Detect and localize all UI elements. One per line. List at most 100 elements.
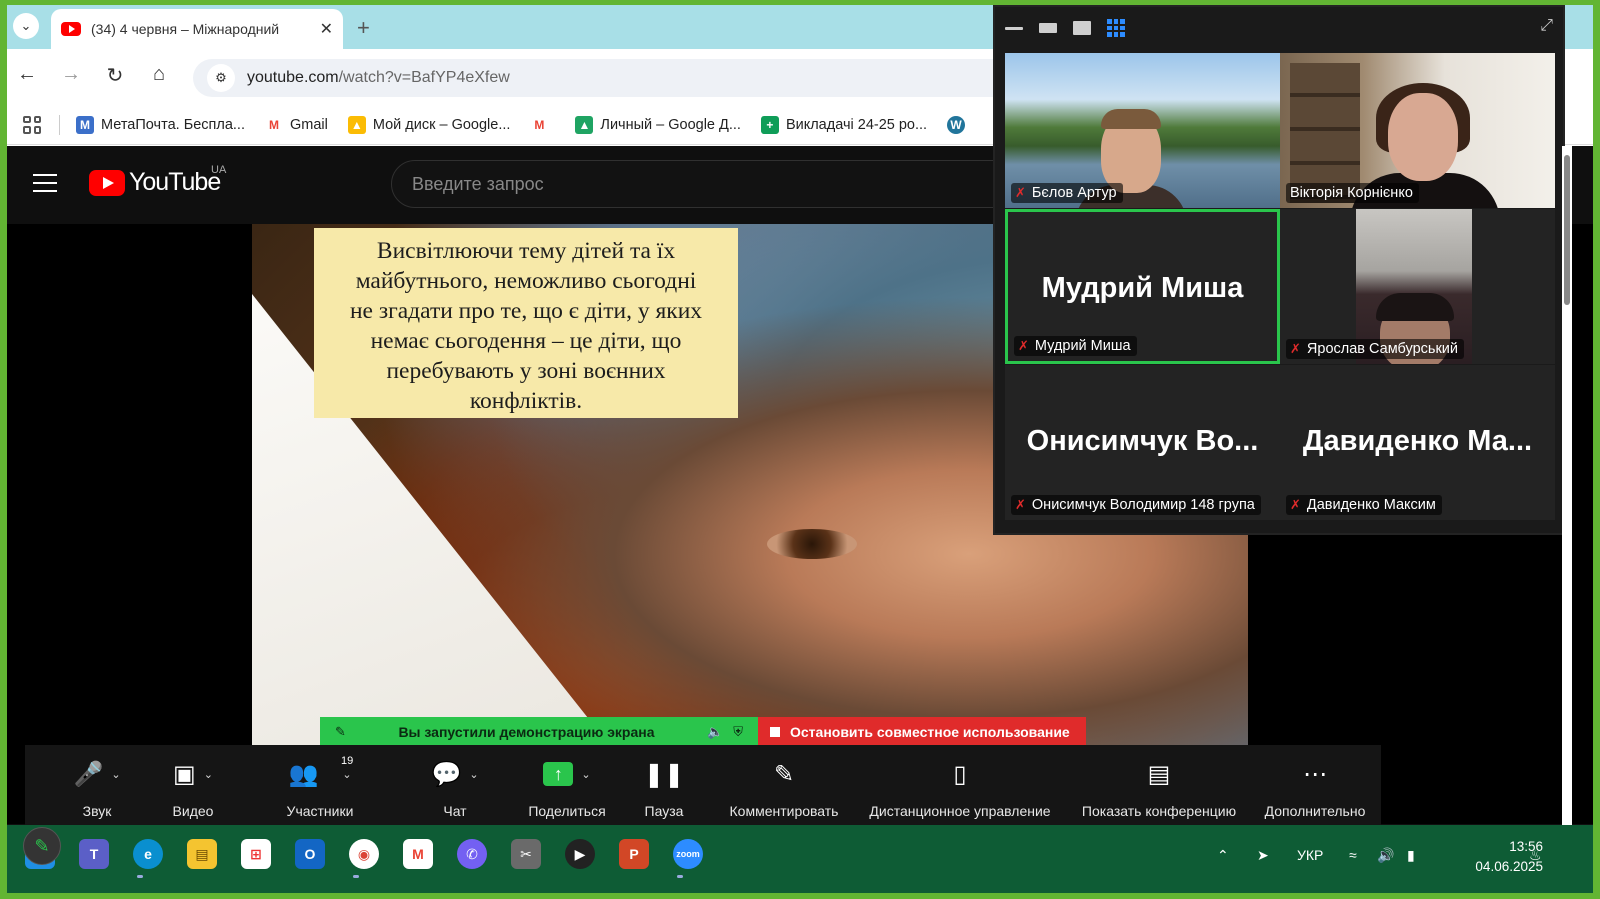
media-player-icon[interactable]: ▶ [565, 839, 595, 869]
quote-line: перебувають у зоні воєнних [386, 358, 666, 384]
participant-display-name: Онисимчук Во... [1026, 425, 1259, 457]
remote-control-label: Дистанционное управление [869, 803, 1051, 819]
tab-close-icon[interactable]: ✕ [320, 19, 333, 39]
stop-share-button[interactable]: Остановить совместное использование [758, 717, 1086, 747]
more-button[interactable]: ⋯ Дополнительно [1257, 755, 1373, 825]
stop-square-icon [770, 727, 780, 737]
pin-icon[interactable]: ✎ [335, 724, 346, 740]
powerpoint-icon[interactable]: P [619, 839, 649, 869]
location-icon[interactable]: ➤ [1257, 847, 1269, 864]
share-screen-button[interactable]: ↑ ⌄ Поделиться [519, 755, 615, 825]
bookmark-teachers-sheet[interactable]: + Викладачі 24-25 ро... [760, 115, 927, 134]
video-button[interactable]: ▣ ⌄ Видео [153, 755, 233, 825]
chevron-down-icon[interactable]: ⌄ [342, 768, 351, 781]
chat-button[interactable]: 💬 ⌄ Чат [415, 755, 495, 825]
more-icon: ⋯ [1303, 760, 1327, 788]
participant-tile[interactable]: ✗ Ярослав Самбурський [1280, 209, 1555, 364]
participant-tile-active-speaker[interactable]: Мудрий Миша ✗ Мудрий Миша [1005, 209, 1280, 364]
participant-display-name: Мудрий Миша [1041, 272, 1244, 304]
outlook-icon[interactable]: O [295, 839, 325, 869]
annotate-button[interactable]: ✎ Комментировать [719, 755, 849, 825]
video-eye-detail [767, 529, 857, 559]
battery-icon[interactable]: ▮ [1407, 847, 1415, 864]
site-info-icon[interactable]: ⚙ [207, 64, 235, 92]
chat-label: Чат [443, 803, 467, 819]
participant-tile[interactable]: Вікторія Корнієнко [1280, 53, 1555, 208]
bookmark-meta-mail[interactable]: M МетаПочта. Бесплa... [76, 115, 245, 134]
notification-bell-icon[interactable]: ♨ [1529, 847, 1542, 864]
tab-search-chevron-icon[interactable]: ⌄ [13, 13, 39, 39]
tray-chevron-up-icon[interactable]: ⌃ [1217, 847, 1229, 864]
file-explorer-icon[interactable]: ▤ [187, 839, 217, 869]
volume-icon[interactable]: 🔊 [1377, 847, 1394, 864]
participant-name: Мудрий Миша [1034, 338, 1131, 354]
share-screen-icon: ↑ [543, 762, 574, 786]
participant-tile[interactable]: Онисимчук Во... ✗ Онисимчук Володимир 148… [1005, 365, 1280, 520]
viber-icon[interactable]: ✆ [457, 839, 487, 869]
new-tab-plus-icon[interactable]: + [357, 15, 370, 41]
apps-grid-icon[interactable] [23, 115, 41, 134]
youtube-logo[interactable]: YouTube [89, 168, 221, 197]
bookmark-gmail[interactable]: M Gmail [264, 115, 328, 134]
participant-name: Ярослав Самбурський [1306, 341, 1459, 357]
quote-line: немає сьогодення – це діти, що [370, 328, 682, 354]
chevron-down-icon[interactable]: ⌄ [581, 768, 590, 781]
chevron-down-icon[interactable]: ⌄ [204, 768, 213, 781]
audio-button[interactable]: 🎤 ⌄ Звук [57, 755, 137, 825]
floating-pen-icon[interactable]: ✎ [23, 827, 61, 865]
gallery-grid-icon[interactable] [1107, 19, 1125, 37]
gmail-icon: M [264, 115, 283, 134]
video-camera-icon: ▣ [173, 760, 196, 788]
edge-icon[interactable]: e [133, 839, 163, 869]
gallery-view-switcher [995, 7, 1563, 49]
show-meeting-button[interactable]: ▤ Показать конференцию [1073, 755, 1245, 825]
participants-button[interactable]: 👥 19 ⌄ Участники [265, 755, 375, 825]
bookmark-personal-drive[interactable]: ▲ Личный – Google Д... [575, 115, 741, 134]
microsoft-store-icon[interactable]: ⊞ [241, 839, 271, 869]
youtube-search-input[interactable]: Введите запрос [391, 160, 1011, 208]
teams-icon[interactable]: T [79, 839, 109, 869]
input-language[interactable]: УКР [1297, 847, 1323, 863]
participant-name: Давиденко Максим [1306, 497, 1436, 513]
zoom-app-icon[interactable]: zoom [673, 839, 703, 869]
bookmark-my-drive[interactable]: ▲ Мой диск – Google... [347, 115, 510, 134]
url-path: /watch?v=BafYP4eXfew [338, 69, 510, 86]
reload-icon[interactable]: ↻ [101, 63, 129, 88]
participant-name-tag: ✗ Мудрий Миша [1014, 336, 1137, 356]
share-label: Поделиться [528, 803, 606, 819]
participant-tile[interactable]: Давиденко Ма... ✗ Давиденко Максим [1280, 365, 1555, 520]
participant-name-tag: ✗ Бєлов Артур [1011, 183, 1123, 203]
snipping-tool-icon[interactable]: ✂ [511, 839, 541, 869]
minimize-view-icon[interactable] [1005, 26, 1023, 30]
remote-control-button[interactable]: ▯ Дистанционное управление [859, 755, 1061, 825]
security-shield-icon[interactable]: ⛨ [733, 724, 743, 740]
forward-arrow-icon[interactable]: → [57, 63, 85, 86]
wordpress-icon: W [947, 115, 966, 134]
strip-view-icon[interactable] [1073, 21, 1091, 35]
participant-tile[interactable]: ✗ Бєлов Артур [1005, 53, 1280, 208]
mic-muted-icon: ✗ [1290, 341, 1301, 356]
chevron-down-icon[interactable]: ⌄ [469, 768, 478, 781]
quote-line: Висвітлюючи тему дітей та їх [376, 238, 676, 264]
expand-icon[interactable]: ⤢ [1540, 17, 1553, 35]
running-indicator [137, 875, 143, 878]
back-arrow-icon[interactable]: ← [13, 63, 41, 86]
participant-name: Вікторія Корнієнко [1290, 185, 1413, 201]
wifi-icon[interactable]: ≈ [1349, 847, 1357, 863]
chevron-down-icon[interactable]: ⌄ [111, 768, 120, 781]
pause-share-button[interactable]: ❚❚ Пауза [631, 755, 697, 825]
microphone-icon: 🎤 [73, 760, 104, 788]
chrome-icon[interactable]: ◉ [349, 839, 379, 869]
speaker-view-icon[interactable] [1039, 23, 1057, 33]
home-icon[interactable]: ⌂ [145, 63, 173, 86]
bookmark-wordpress[interactable]: W [947, 115, 972, 134]
participants-icon: 👥 [288, 760, 319, 788]
page-scrollbar-thumb[interactable] [1564, 155, 1570, 305]
browser-tab-active[interactable]: (34) 4 червня – Міжнародний ✕ [51, 9, 343, 49]
zoom-meeting-toolbar: 🎤 ⌄ Звук ▣ ⌄ Видео 👥 19 ⌄ Участники 💬 ⌄ Чат ↑… [25, 745, 1381, 829]
speaker-icon[interactable]: 🔈 [707, 724, 723, 740]
bookmark-label: Gmail [289, 116, 328, 133]
gmail-app-icon[interactable]: M [403, 839, 433, 869]
bookmark-gmail-2[interactable]: M [530, 115, 555, 134]
hamburger-menu-icon[interactable] [33, 174, 57, 198]
